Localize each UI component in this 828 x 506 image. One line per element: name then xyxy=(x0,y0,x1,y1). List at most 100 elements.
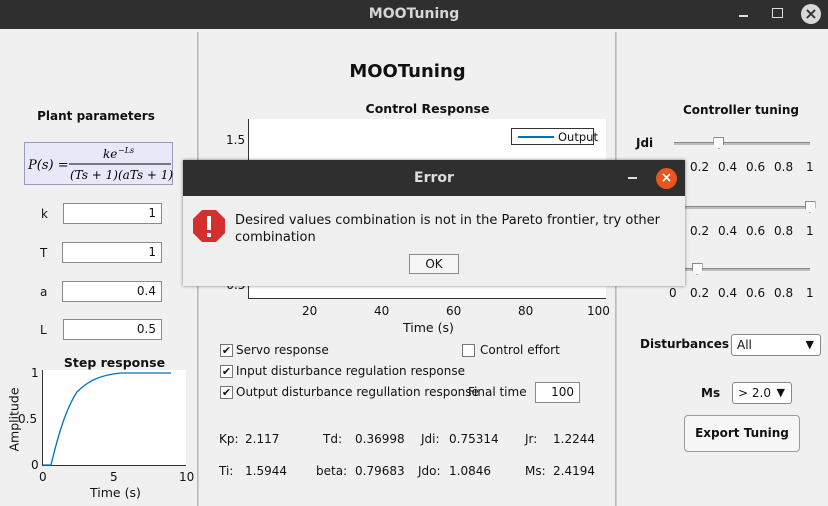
result-value-ti: 1.5944 xyxy=(245,464,287,478)
formula-image: P(s) = ke −Ls (Ts + 1)(aTs + 1) xyxy=(27,146,173,182)
svg-text:−Ls: −Ls xyxy=(118,146,134,155)
result-value-beta: 0.79683 xyxy=(355,464,405,478)
result-value-jdo: 1.0846 xyxy=(449,464,491,478)
param-label-a: a xyxy=(40,285,48,299)
slider-tick: 0.8 xyxy=(774,224,794,238)
ms-value: > 2.0 xyxy=(738,386,771,400)
input-disturbance-checkbox[interactable]: ✔ xyxy=(220,365,233,378)
slider-tick: 0.2 xyxy=(690,286,710,300)
control-ytick: 1.5 xyxy=(226,133,246,147)
jdo-slider-track[interactable] xyxy=(674,206,810,209)
control-response-title: Control Response xyxy=(365,101,490,116)
ok-button[interactable]: OK xyxy=(409,254,459,274)
slider-tick: 0.8 xyxy=(774,160,794,174)
minimize-icon[interactable] xyxy=(737,7,751,21)
result-value-jdi: 0.75314 xyxy=(449,432,499,446)
servo-response-checkbox[interactable]: ✔ xyxy=(220,344,233,357)
step-response-line xyxy=(43,372,171,466)
window-title: MOOTuning xyxy=(368,6,460,22)
control-xtick: 100 xyxy=(587,304,610,318)
dropdown-arrow-icon: ▼ xyxy=(805,338,814,351)
disturbances-select[interactable]: All ▼ xyxy=(731,334,821,356)
plant-parameters-heading: Plant parameters xyxy=(37,109,155,123)
control-effort-label: Control effort xyxy=(480,343,560,357)
control-xtick: 40 xyxy=(374,304,390,318)
result-key-jdi: Jdi: xyxy=(421,432,440,446)
dialog-close-button[interactable]: × xyxy=(656,168,677,189)
step-response-plot xyxy=(43,372,171,466)
dialog-minimize-icon[interactable] xyxy=(628,177,637,179)
param-k-input[interactable]: 1 xyxy=(63,203,162,224)
transfer-function-formula: P(s) = ke −Ls (Ts + 1)(aTs + 1) xyxy=(24,142,173,185)
output-disturbance-checkbox[interactable]: ✔ xyxy=(220,386,233,399)
step-response-title: Step response xyxy=(63,355,166,370)
slider-tick: 1 xyxy=(806,286,814,300)
legend-output-swatch xyxy=(518,136,554,138)
slider-tick: 0.4 xyxy=(718,160,738,174)
result-key-jr: Jr: xyxy=(525,432,538,446)
output-disturbance-label: Output disturbance regullation response xyxy=(236,385,479,399)
disturbances-label: Disturbances xyxy=(640,337,730,351)
disturbances-value: All xyxy=(737,338,752,352)
result-value-td: 0.36998 xyxy=(355,432,405,446)
control-response-legend: Output xyxy=(511,128,598,145)
error-dialog: Error × Desired values combination is no… xyxy=(183,160,685,286)
slider-tick: 0.4 xyxy=(718,224,738,238)
result-key-td: Td: xyxy=(323,432,342,446)
jdo-slider-ticks: 0 0.2 0.4 0.6 0.8 1 xyxy=(668,224,818,240)
input-disturbance-label: Input disturbance regulation response xyxy=(236,364,465,378)
control-xtick: 60 xyxy=(446,304,462,318)
svg-text:(Ts + 1)(aTs + 1): (Ts + 1)(aTs + 1) xyxy=(70,168,173,182)
legend-output-label: Output xyxy=(558,130,598,144)
slider-tick: 0.8 xyxy=(774,286,794,300)
controller-tuning-heading: Controller tuning xyxy=(682,103,800,117)
control-xtick: 80 xyxy=(518,304,534,318)
dialog-message: Desired values combination is not in the… xyxy=(235,213,661,245)
jdi-slider-handle[interactable] xyxy=(713,137,725,149)
step-ytick: 1 xyxy=(31,366,39,380)
result-value-kp: 2.117 xyxy=(245,432,280,446)
param-label-T: T xyxy=(40,246,48,260)
slider-tick: 0.4 xyxy=(718,286,738,300)
result-key-jdo: Jdo: xyxy=(418,464,441,478)
ms-select[interactable]: > 2.0 ▼ xyxy=(732,382,792,404)
result-key-ms: Ms: xyxy=(525,464,546,478)
jr-slider-handle[interactable] xyxy=(691,263,703,275)
slider-tick: 0.2 xyxy=(690,160,710,174)
step-ylabel: Amplitude xyxy=(6,387,22,452)
maximize-icon[interactable] xyxy=(772,8,783,18)
step-xtick: 5 xyxy=(110,470,118,484)
control-effort-checkbox[interactable] xyxy=(462,344,475,357)
close-window-button[interactable]: × xyxy=(801,4,821,24)
step-response-axes xyxy=(42,370,186,466)
param-T-input[interactable]: 1 xyxy=(62,242,162,263)
param-L-input[interactable]: 0.5 xyxy=(63,319,162,340)
jdi-slider-ticks: 0 0.2 0.4 0.6 0.8 1 xyxy=(668,160,818,176)
app-title: MOOTuning xyxy=(349,61,466,82)
slider-tick: 0.2 xyxy=(690,224,710,238)
svg-text:ke: ke xyxy=(103,147,117,161)
jdo-slider-handle[interactable] xyxy=(804,201,816,213)
param-a-input[interactable]: 0.4 xyxy=(62,281,162,302)
final-time-label: Final time xyxy=(468,385,527,399)
step-xtick: 0 xyxy=(39,470,47,484)
result-value-jr: 1.2244 xyxy=(553,432,595,446)
control-xtick: 20 xyxy=(302,304,318,318)
final-time-input[interactable]: 100 xyxy=(535,382,580,403)
dialog-title: Error xyxy=(414,170,454,186)
dropdown-arrow-icon: ▼ xyxy=(776,386,785,399)
slider-label-jdi: Jdi xyxy=(636,136,654,150)
svg-text:P(s) =: P(s) = xyxy=(27,158,69,173)
ms-label: Ms xyxy=(701,386,721,400)
jdi-slider-track[interactable] xyxy=(674,142,810,145)
result-key-ti: Ti: xyxy=(219,464,234,478)
slider-tick: 0 xyxy=(669,286,677,300)
jr-slider-ticks: 0 0.2 0.4 0.6 0.8 1 xyxy=(668,286,818,302)
export-tuning-button[interactable]: Export Tuning xyxy=(684,415,800,452)
slider-tick: 0.6 xyxy=(746,286,766,300)
result-value-ms: 2.4194 xyxy=(553,464,595,478)
slider-tick: 1 xyxy=(806,224,814,238)
error-icon xyxy=(192,209,226,246)
step-xlabel: Time (s) xyxy=(90,485,141,500)
param-label-k: k xyxy=(41,207,48,221)
